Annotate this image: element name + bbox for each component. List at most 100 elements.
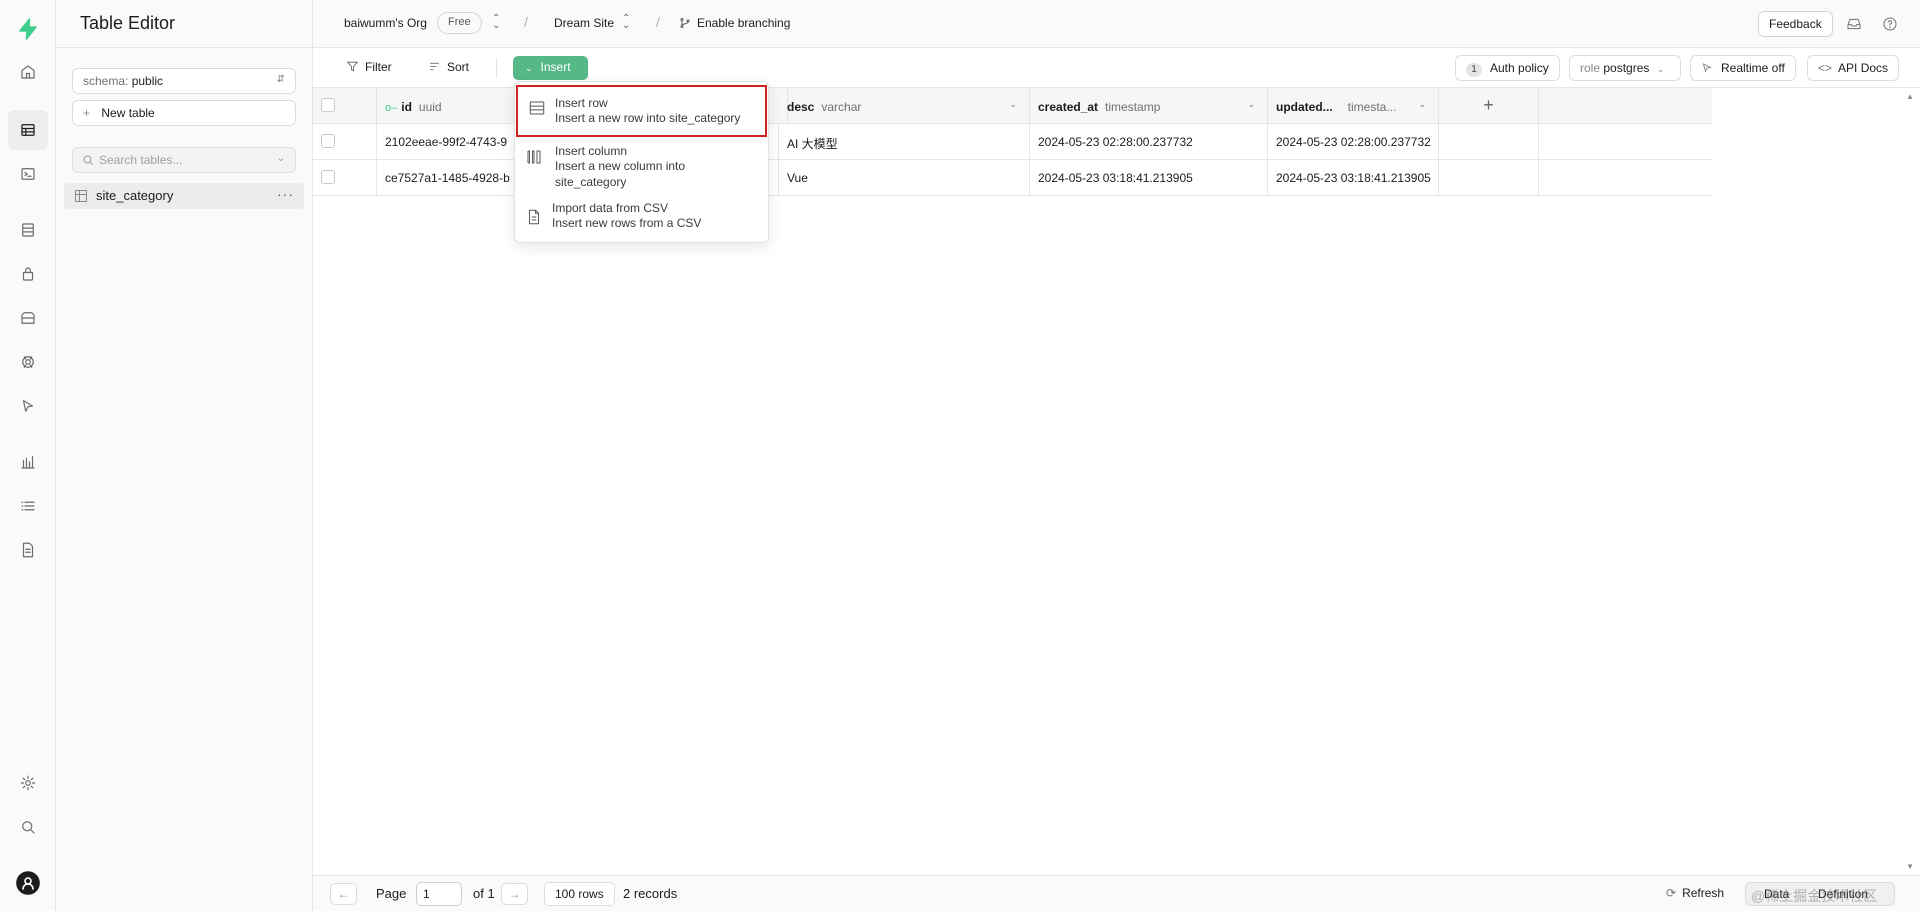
cell-updated-at[interactable]: 2024-05-23 03:18:41.213905 — [1268, 160, 1439, 195]
auth-policy-button[interactable]: 1 Auth policy — [1455, 55, 1560, 81]
cell-id[interactable]: ce7527a1-1485-4928-b — [377, 160, 517, 195]
page-title: Table Editor — [80, 13, 176, 33]
cell-empty — [1439, 124, 1539, 159]
supabase-logo-icon[interactable] — [15, 16, 41, 42]
cell-updated-at[interactable]: 2024-05-23 02:28:00.237732 — [1268, 124, 1439, 159]
menu-item-description: Insert a new column into — [555, 159, 686, 173]
org-switcher-icon[interactable]: ⌃ ⌄ — [492, 14, 500, 31]
reports-icon[interactable] — [16, 450, 40, 474]
menu-item-insert-column[interactable]: Insert column Insert a new column into s… — [515, 140, 770, 194]
insert-button[interactable]: ⌄ Insert — [513, 56, 588, 80]
column-header-updated-at[interactable]: updated... timesta... ⌄ — [1268, 88, 1439, 123]
next-page-button[interactable]: → — [501, 883, 528, 905]
new-table-button[interactable]: + New table — [72, 100, 296, 126]
schema-select[interactable]: schema: public ⇵ — [72, 68, 296, 94]
breadcrumb-org[interactable]: baiwumm's Org — [344, 16, 427, 30]
menu-item-title: Insert row — [555, 96, 608, 110]
menu-item-title: Insert column — [555, 144, 628, 158]
cell-desc[interactable]: Vue — [779, 160, 1030, 195]
api-docs-label: API Docs — [1838, 61, 1889, 75]
primary-key-icon: o– — [385, 102, 398, 114]
sql-editor-icon[interactable] — [16, 162, 40, 186]
toolbar-divider — [496, 58, 497, 78]
chevron-down-icon: ⌄ — [525, 63, 533, 73]
sidebar-table-site-category[interactable]: site_category ··· — [64, 183, 304, 209]
chevron-down-icon: ⌄ — [1656, 64, 1665, 74]
search-tables-input[interactable]: Search tables... ⌄ — [72, 147, 296, 173]
column-name: updated... — [1276, 100, 1333, 114]
chevron-down-icon[interactable]: ⌄ — [1247, 99, 1255, 110]
api-docs-icon[interactable] — [16, 538, 40, 562]
role-select[interactable]: role postgres ⌄ — [1569, 55, 1681, 81]
cell-desc[interactable]: AI 大模型 — [779, 124, 1030, 159]
sort-button[interactable]: Sort — [420, 56, 477, 80]
refresh-button[interactable]: ⟳ Refresh — [1666, 886, 1724, 900]
row-checkbox[interactable] — [321, 134, 335, 148]
insert-label: Insert — [540, 60, 571, 74]
chevron-updown-icon: ⇵ — [276, 74, 285, 85]
breadcrumb-separator: / — [524, 14, 528, 30]
filter-label: Filter — [365, 60, 392, 74]
column-header-id[interactable]: o– id uuid — [377, 88, 517, 123]
chevron-down-icon[interactable]: ⌄ — [1418, 99, 1426, 110]
auth-policy-count: 1 — [1466, 63, 1482, 77]
edge-functions-icon[interactable] — [16, 394, 40, 418]
row-select-cell — [313, 160, 377, 195]
columns-icon — [525, 148, 543, 169]
add-column-button[interactable]: + — [1439, 88, 1539, 123]
column-header-desc[interactable]: desc varchar ⌄ — [779, 88, 1030, 123]
row-checkbox[interactable] — [321, 170, 335, 184]
logs-icon[interactable] — [16, 494, 40, 518]
menu-item-import-csv[interactable]: Import data from CSV Insert new rows fro… — [515, 198, 770, 238]
page-count: of 1 — [473, 886, 495, 901]
column-header-created-at[interactable]: created_at timestamp ⌄ — [1030, 88, 1268, 123]
settings-gear-icon[interactable] — [16, 771, 40, 795]
realtime-label: Realtime off — [1721, 61, 1785, 75]
enable-branching-button[interactable]: Enable branching — [679, 16, 790, 30]
previous-page-button[interactable]: ← — [330, 883, 357, 905]
role-prefix: role — [1580, 61, 1601, 75]
home-icon[interactable] — [16, 60, 40, 84]
filter-icon — [346, 61, 359, 72]
schema-label: schema: — [83, 74, 129, 88]
select-all-checkbox[interactable] — [321, 98, 335, 112]
database-icon[interactable] — [16, 218, 40, 242]
search-icon — [83, 155, 93, 165]
filter-button[interactable]: Filter — [338, 56, 400, 80]
cell-id[interactable]: 2102eeae-99f2-4743-9 — [377, 124, 517, 159]
sort-icon — [430, 62, 439, 71]
chevron-down-icon[interactable]: ⌄ — [1009, 99, 1017, 110]
enable-branching-label: Enable branching — [697, 16, 791, 30]
menu-item-insert-row[interactable]: Insert row Insert a new row into site_ca… — [516, 85, 767, 137]
search-placeholder: Search tables... — [99, 153, 183, 167]
auth-lock-icon[interactable] — [16, 262, 40, 286]
scroll-up-arrow-icon[interactable]: ▲ — [1906, 92, 1914, 101]
cell-created-at[interactable]: 2024-05-23 03:18:41.213905 — [1030, 160, 1268, 195]
realtime-icon[interactable] — [16, 350, 40, 374]
search-icon[interactable] — [16, 815, 40, 839]
page-number-input[interactable]: 1 — [416, 882, 462, 906]
project-switcher-icon[interactable]: ⌃ ⌄ — [622, 14, 630, 31]
table-editor-icon[interactable] — [8, 110, 48, 150]
menu-item-description: Insert a new row into site_category — [555, 111, 741, 125]
menu-item-description-continued: site_category — [555, 175, 627, 189]
select-all-cell — [313, 88, 377, 123]
chevron-down-icon[interactable]: ⌄ — [277, 153, 285, 164]
top-bar: baiwumm's Org Free ⌃ ⌄ / Dream Site ⌃ ⌄ / … — [313, 0, 1920, 48]
user-avatar-icon[interactable] — [16, 871, 40, 895]
breadcrumb-project[interactable]: Dream Site — [554, 16, 614, 30]
grid-footer: ← Page 1 of 1 → 100 rows 2 records ⟳ Refr… — [313, 875, 1920, 911]
more-options-icon[interactable]: ··· — [277, 186, 294, 202]
help-icon[interactable] — [1882, 16, 1898, 32]
watermark-text: @稀土掘金技术社区 — [1751, 888, 1878, 904]
feedback-button[interactable]: Feedback — [1758, 11, 1833, 37]
scroll-down-arrow-icon[interactable]: ▼ — [1906, 862, 1914, 871]
auth-policy-label: Auth policy — [1490, 61, 1549, 75]
cell-created-at[interactable]: 2024-05-23 02:28:00.237732 — [1030, 124, 1268, 159]
rows-per-page-button[interactable]: 100 rows — [544, 882, 615, 906]
realtime-toggle-button[interactable]: Realtime off — [1690, 55, 1796, 81]
code-icon: <> — [1818, 61, 1833, 75]
api-docs-button[interactable]: <> API Docs — [1807, 55, 1900, 81]
inbox-icon[interactable] — [1846, 16, 1862, 32]
storage-icon[interactable] — [16, 306, 40, 330]
